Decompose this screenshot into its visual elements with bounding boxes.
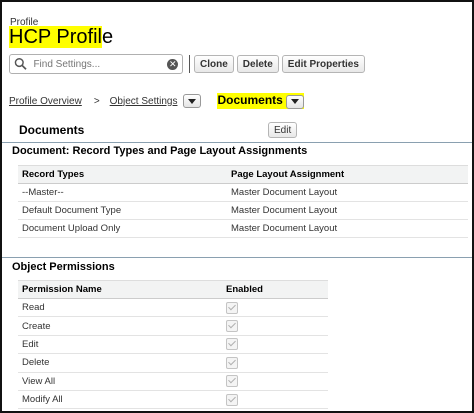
record-types-heading-text: Document: Record Types and Page Layout A… xyxy=(12,145,308,157)
enabled-cell xyxy=(222,353,328,373)
enabled-cell xyxy=(222,390,328,410)
enabled-cell xyxy=(222,372,328,391)
breadcrumb-object-settings[interactable]: Object Settings xyxy=(110,96,178,107)
permission-name: Modify All xyxy=(18,390,222,410)
permission-name: Delete xyxy=(18,353,222,373)
table-row: Modify All xyxy=(18,390,328,410)
table-row: Document Upload Only Master Document Lay… xyxy=(18,219,468,238)
object-permissions-heading-text: Object Permissions xyxy=(12,261,115,273)
edit-button[interactable]: Edit xyxy=(268,122,298,138)
enabled-checkbox xyxy=(226,356,238,369)
record-type-cell: --Master-- xyxy=(18,183,227,202)
column-header: Enabled xyxy=(222,280,328,299)
page-title-highlighted: HCP Profil xyxy=(9,26,102,48)
column-header: Permission Name xyxy=(18,280,222,299)
breadcrumb: Profile Overview > Object Settings Docum… xyxy=(9,92,304,110)
enabled-checkbox xyxy=(226,393,238,406)
permission-name: View All xyxy=(18,372,222,391)
chevron-down-icon xyxy=(290,99,299,105)
object-permissions-heading: Object Permissions xyxy=(2,257,472,276)
search-icon xyxy=(14,58,27,70)
object-permissions-table: Permission Name Enabled Read Create Edit… xyxy=(18,280,328,410)
breadcrumb-current: Documents xyxy=(217,93,304,109)
toolbar: ✕ Clone Delete Edit Properties xyxy=(9,52,465,76)
layout-cell: Master Document Layout xyxy=(227,201,468,220)
documents-dropdown[interactable] xyxy=(285,94,304,109)
record-type-cell: Document Upload Only xyxy=(18,219,227,238)
enabled-checkbox xyxy=(226,338,238,351)
table-row: Read xyxy=(18,298,328,318)
page-title: HCP Profile xyxy=(9,26,113,48)
enabled-checkbox xyxy=(226,375,238,388)
layout-cell: Master Document Layout xyxy=(227,183,468,202)
breadcrumb-separator: > xyxy=(93,95,100,107)
table-row: Delete xyxy=(18,353,328,373)
table-row: Default Document Type Master Document La… xyxy=(18,201,468,220)
permission-name: Read xyxy=(18,298,222,318)
object-settings-dropdown[interactable] xyxy=(183,94,202,108)
clear-search-icon[interactable]: ✕ xyxy=(167,58,178,70)
column-header: Record Types xyxy=(18,165,227,184)
clone-button[interactable]: Clone xyxy=(194,55,234,73)
table-header-row: Permission Name Enabled xyxy=(18,280,328,299)
enabled-checkbox xyxy=(226,320,238,333)
breadcrumb-current-label: Documents xyxy=(217,93,283,108)
toolbar-divider xyxy=(189,55,190,73)
table-row: --Master-- Master Document Layout xyxy=(18,183,468,202)
profile-page: Profile HCP Profile ✕ Clone Delete Edit … xyxy=(0,0,474,413)
table-row: Edit xyxy=(18,335,328,355)
enabled-cell xyxy=(222,335,328,355)
record-type-cell: Default Document Type xyxy=(18,201,227,220)
layout-cell: Master Document Layout xyxy=(227,219,468,238)
section-title: Documents xyxy=(19,123,85,137)
table-row: View All xyxy=(18,372,328,391)
enabled-cell xyxy=(222,316,328,336)
table-row: Create xyxy=(18,316,328,336)
permission-name: Edit xyxy=(18,335,222,355)
delete-button[interactable]: Delete xyxy=(236,55,279,73)
chevron-down-icon xyxy=(188,98,197,104)
record-types-heading: Document: Record Types and Page Layout A… xyxy=(2,142,472,161)
search-input[interactable] xyxy=(31,57,168,71)
breadcrumb-profile-overview[interactable]: Profile Overview xyxy=(9,96,82,107)
edit-properties-button[interactable]: Edit Properties xyxy=(281,55,365,73)
table-header-row: Record Types Page Layout Assignment xyxy=(18,165,468,184)
enabled-checkbox xyxy=(226,301,238,314)
search-box[interactable]: ✕ xyxy=(9,54,183,74)
record-types-table: Record Types Page Layout Assignment --Ma… xyxy=(18,165,468,238)
enabled-cell xyxy=(222,298,328,318)
column-header: Page Layout Assignment xyxy=(227,165,468,184)
page-title-rest: e xyxy=(102,26,114,48)
permission-name: Create xyxy=(18,316,222,336)
